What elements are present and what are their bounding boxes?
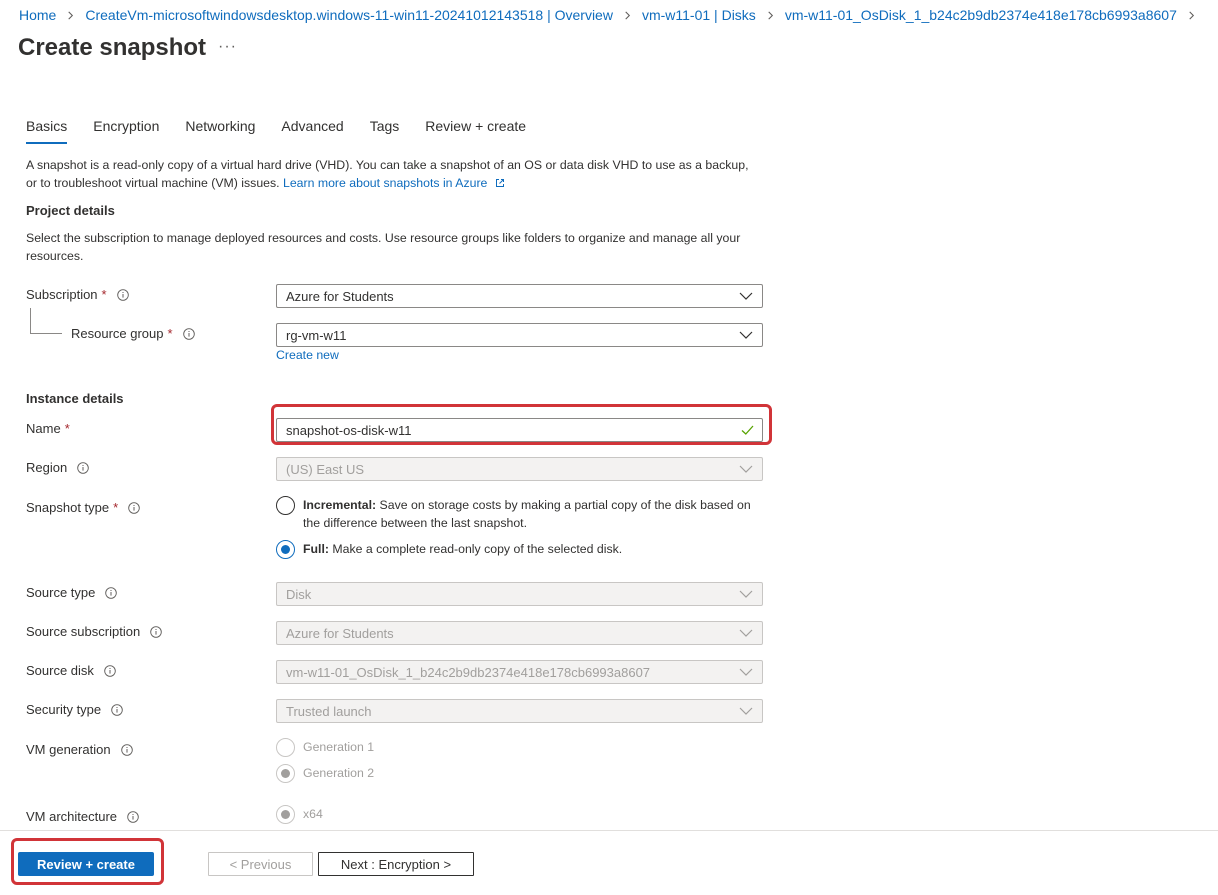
resource-group-label: Resource group * xyxy=(71,326,195,341)
previous-button: < Previous xyxy=(208,852,313,876)
page-title: Create snapshot xyxy=(18,34,207,61)
name-label: Name * xyxy=(26,421,70,436)
chevron-down-icon xyxy=(739,590,753,598)
source-disk-select: vm-w11-01_OsDisk_1_b24c2b9db2374e418e178… xyxy=(276,660,763,684)
chevron-down-icon xyxy=(739,707,753,715)
review-create-button[interactable]: Review + create xyxy=(18,852,154,876)
breadcrumb-disks[interactable]: vm-w11-01 | Disks xyxy=(642,7,756,23)
generation-2-radio xyxy=(276,764,295,783)
tree-connector xyxy=(30,308,62,334)
generation-1-radio xyxy=(276,738,295,757)
chevron-right-icon xyxy=(66,11,75,20)
chevron-right-icon xyxy=(1187,11,1196,20)
tab-review-create[interactable]: Review + create xyxy=(425,118,526,144)
instance-details-heading: Instance details xyxy=(26,391,124,406)
source-type-label: Source type xyxy=(26,585,118,600)
source-subscription-label: Source subscription xyxy=(26,624,162,639)
generation-1-text: Generation 1 xyxy=(303,740,375,754)
info-icon[interactable] xyxy=(150,625,162,638)
info-icon[interactable] xyxy=(127,810,139,823)
vm-architecture-label: VM architecture xyxy=(26,809,139,824)
tab-basics[interactable]: Basics xyxy=(26,118,68,144)
generation-2-text: Generation 2 xyxy=(303,766,375,780)
chevron-down-icon xyxy=(739,292,753,300)
security-type-label: Security type xyxy=(26,702,123,717)
chevron-down-icon xyxy=(739,465,753,473)
external-link-icon xyxy=(495,178,504,187)
info-icon[interactable] xyxy=(120,743,133,756)
project-details-heading: Project details xyxy=(26,203,115,218)
info-icon[interactable] xyxy=(105,586,118,599)
more-options-icon[interactable]: ··· xyxy=(218,38,237,56)
subscription-select[interactable]: Azure for Students xyxy=(276,284,763,308)
breadcrumb-os-disk[interactable]: vm-w11-01_OsDisk_1_b24c2b9db2374e418e178… xyxy=(785,7,1177,23)
info-icon[interactable] xyxy=(116,288,129,301)
x64-text: x64 xyxy=(303,807,323,821)
next-encryption-button[interactable]: Next : Encryption > xyxy=(318,852,474,876)
info-icon[interactable] xyxy=(111,703,123,716)
info-icon[interactable] xyxy=(77,461,89,474)
region-select: (US) East US xyxy=(276,457,763,481)
x64-radio xyxy=(276,805,295,824)
source-disk-label: Source disk xyxy=(26,663,116,678)
learn-more-link[interactable]: Learn more about snapshots in Azure xyxy=(283,176,505,190)
chevron-right-icon xyxy=(766,11,775,20)
incremental-option-text: Incremental: Save on storage costs by ma… xyxy=(303,498,751,530)
vm-generation-label: VM generation xyxy=(26,742,133,757)
intro-text: A snapshot is a read-only copy of a virt… xyxy=(26,157,756,192)
chevron-down-icon xyxy=(739,668,753,676)
info-icon[interactable] xyxy=(182,327,195,340)
checkmark-icon xyxy=(741,425,754,435)
tab-advanced[interactable]: Advanced xyxy=(281,118,343,144)
full-radio[interactable] xyxy=(276,540,295,559)
footer-bar xyxy=(0,830,1218,895)
tab-tags[interactable]: Tags xyxy=(370,118,400,144)
chevron-down-icon xyxy=(739,629,753,637)
breadcrumb-home[interactable]: Home xyxy=(19,7,56,23)
project-details-description: Select the subscription to manage deploy… xyxy=(26,231,741,263)
source-subscription-select: Azure for Students xyxy=(276,621,763,645)
security-type-select: Trusted launch xyxy=(276,699,763,723)
incremental-radio[interactable] xyxy=(276,496,295,515)
breadcrumb: Home CreateVm-microsoftwindowsdesktop.wi… xyxy=(19,6,1206,24)
tab-networking[interactable]: Networking xyxy=(185,118,255,144)
create-new-link[interactable]: Create new xyxy=(276,348,339,362)
resource-group-select[interactable]: rg-vm-w11 xyxy=(276,323,763,347)
subscription-label: Subscription * xyxy=(26,287,129,302)
chevron-down-icon xyxy=(739,331,753,339)
snapshot-type-label: Snapshot type * xyxy=(26,500,140,515)
tab-list: Basics Encryption Networking Advanced Ta… xyxy=(26,118,552,144)
breadcrumb-vm-overview[interactable]: CreateVm-microsoftwindowsdesktop.windows… xyxy=(85,7,613,23)
info-icon[interactable] xyxy=(104,664,116,677)
tab-encryption[interactable]: Encryption xyxy=(93,118,159,144)
name-input[interactable]: snapshot-os-disk-w11 xyxy=(276,418,763,442)
source-type-select: Disk xyxy=(276,582,763,606)
info-icon[interactable] xyxy=(128,501,140,514)
full-option-text: Full: Make a complete read-only copy of … xyxy=(303,542,623,556)
chevron-right-icon xyxy=(623,11,632,20)
region-label: Region xyxy=(26,460,89,475)
